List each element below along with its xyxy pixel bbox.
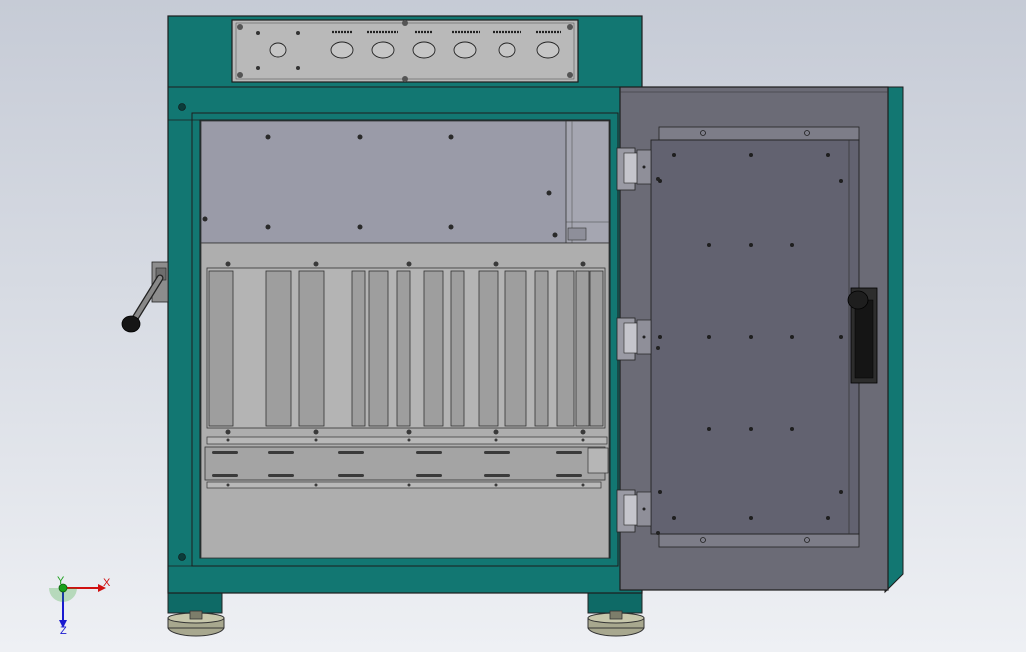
side-lever-handle[interactable] — [121, 261, 169, 333]
module-slots — [208, 270, 604, 427]
interior-upper-plate — [200, 120, 610, 244]
control-panel — [231, 19, 579, 83]
axis-x-label: X — [103, 577, 111, 589]
axis-z-label: Z — [60, 625, 67, 637]
open-door — [619, 86, 904, 594]
cabinet-feet — [167, 592, 645, 637]
axis-triad: X Z Y — [49, 575, 111, 637]
door-handle[interactable] — [847, 287, 878, 384]
axis-y-label: Y — [57, 575, 65, 587]
cabinet-drawing: X Z Y — [49, 15, 904, 637]
interior-lower-area — [200, 242, 610, 559]
